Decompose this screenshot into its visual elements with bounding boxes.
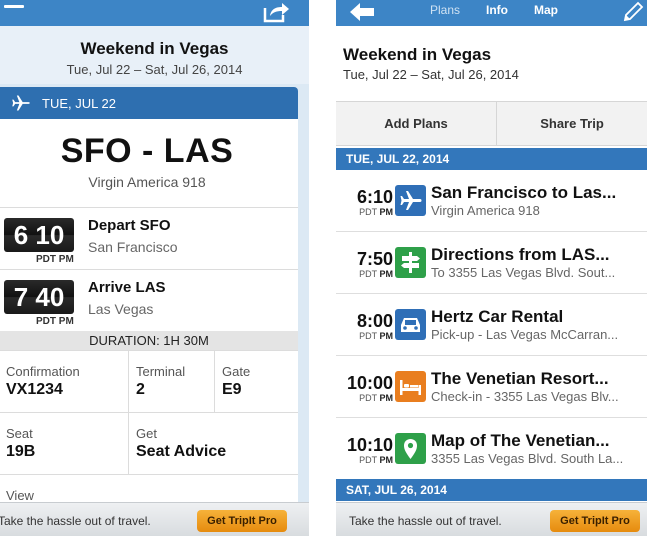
item-title: Hertz Car Rental	[431, 307, 564, 326]
left-screen: Weekend in Vegas Tue, Jul 22 – Sat, Jul …	[0, 0, 309, 536]
item-timezone: PDT PM	[359, 269, 393, 279]
gate-label: Gate	[222, 364, 251, 379]
item-timezone: PDT PM	[359, 207, 393, 217]
day-header: TUE, JUL 22	[0, 87, 298, 119]
seat-advice-link[interactable]: Get Seat Advice	[136, 413, 226, 475]
depart-timezone: PDT PM	[36, 254, 74, 265]
map-pin-icon	[395, 433, 426, 464]
seat-value: 19B	[6, 443, 36, 460]
item-time: 10:00	[346, 373, 393, 393]
menu-icon[interactable]	[0, 2, 28, 24]
gate-cell: Gate E9	[222, 351, 250, 413]
depart-city: San Francisco	[88, 239, 178, 255]
list-item[interactable]: 7:50 PDT PM Directions from LAS... To 33…	[336, 232, 647, 294]
back-arrow-icon[interactable]	[348, 1, 376, 23]
right-screen: Plans Info Map Weekend in Vegas Tue, Jul…	[336, 0, 647, 536]
day-header-jul26: SAT, JUL 26, 2014	[336, 479, 647, 501]
flight-number: Virgin America 918	[88, 174, 206, 190]
get-tripit-pro-button[interactable]: Get TripIt Pro	[197, 510, 287, 532]
seat-cell: Seat 19B	[6, 413, 35, 475]
promo-banner: Take the hassle out of travel. Get TripI…	[0, 502, 309, 536]
item-subtitle: Virgin America 918	[431, 203, 540, 218]
item-timezone: PDT PM	[359, 455, 393, 465]
item-subtitle: 3355 Las Vegas Blvd. South La...	[431, 451, 624, 466]
list-item[interactable]: 8:00 PDT PM Hertz Car Rental Pick-up - L…	[336, 294, 647, 356]
car-icon	[395, 309, 426, 340]
trip-header: Weekend in Vegas Tue, Jul 22 – Sat, Jul …	[336, 26, 647, 102]
item-title: Map of The Venetian...	[431, 431, 610, 450]
trip-header: Weekend in Vegas Tue, Jul 22 – Sat, Jul …	[0, 26, 309, 84]
item-time: 8:00	[356, 311, 393, 331]
list-item[interactable]: 10:00 PDT PM The Venetian Resort... Chec…	[336, 356, 647, 418]
item-timezone: PDT PM	[359, 331, 393, 341]
tab-plans[interactable]: Plans	[430, 3, 460, 17]
trip-title: Weekend in Vegas	[343, 45, 492, 64]
trip-title: Weekend in Vegas	[80, 39, 229, 58]
get-label: Get	[136, 426, 157, 441]
airplane-icon	[12, 95, 30, 111]
booking-row: Confirmation VX1234 Terminal 2 Gate E9	[0, 350, 298, 413]
tab-info[interactable]: Info	[486, 3, 508, 17]
list-item[interactable]: 6:10 PDT PM San Francisco to Las... Virg…	[336, 170, 647, 232]
top-bar: Plans Info Map	[336, 0, 647, 26]
seat-label: Seat	[6, 426, 33, 441]
tab-map[interactable]: Map	[534, 3, 558, 17]
signpost-icon	[395, 247, 426, 278]
item-time: 6:10	[356, 187, 393, 207]
day-header-jul22: TUE, JUL 22, 2014	[336, 148, 647, 170]
screen-divider	[309, 0, 336, 536]
confirmation-label: Confirmation	[6, 364, 80, 379]
flight-duration: DURATION: 1H 30M	[0, 331, 298, 350]
arrive-segment[interactable]: 7 40 PDT PM Arrive LAS Las Vegas	[0, 269, 298, 331]
promo-text: Take the hassle out of travel.	[0, 514, 151, 528]
terminal-cell: Terminal 2	[136, 351, 185, 413]
item-subtitle: Check-in - 3355 Las Vegas Blv...	[431, 389, 619, 404]
seat-advice-value: Seat Advice	[136, 443, 227, 460]
bed-icon	[395, 371, 426, 402]
gate-value: E9	[222, 381, 242, 398]
seat-row: Seat 19B Get Seat Advice	[0, 412, 298, 475]
depart-title: Depart SFO	[88, 217, 171, 234]
arrive-title: Arrive LAS	[88, 279, 166, 296]
get-tripit-pro-button[interactable]: Get TripIt Pro	[550, 510, 640, 532]
trip-dates: Tue, Jul 22 – Sat, Jul 26, 2014	[66, 62, 243, 77]
top-bar	[0, 0, 309, 26]
item-title: Directions from LAS...	[431, 245, 610, 264]
confirmation-value: VX1234	[6, 381, 63, 398]
item-title: The Venetian Resort...	[431, 369, 609, 388]
view-label: View	[6, 488, 34, 503]
depart-segment[interactable]: 6 10 PDT PM Depart SFO San Francisco	[0, 207, 298, 269]
terminal-label: Terminal	[136, 364, 186, 379]
arrive-timezone: PDT PM	[36, 316, 74, 327]
share-trip-button[interactable]: Share Trip	[497, 102, 647, 146]
pencil-icon[interactable]	[621, 0, 645, 24]
item-time: 7:50	[356, 249, 393, 269]
flight-route: SFO - LAS	[60, 132, 234, 170]
item-time: 10:10	[346, 435, 393, 455]
trip-actions: Add Plans Share Trip	[336, 102, 647, 146]
confirmation-cell: Confirmation VX1234	[6, 351, 80, 413]
depart-time: 6 10	[4, 218, 74, 252]
terminal-value: 2	[136, 381, 145, 398]
arrive-city: Las Vegas	[88, 301, 154, 317]
list-item[interactable]: 10:10 PDT PM Map of The Venetian... 3355…	[336, 418, 647, 480]
trip-dates: Tue, Jul 22 – Sat, Jul 26, 2014	[343, 67, 519, 82]
airplane-icon	[395, 185, 426, 216]
arrive-time: 7 40	[4, 280, 74, 314]
item-title: San Francisco to Las...	[431, 183, 617, 202]
flight-card: TUE, JUL 22 SFO - LAS Virgin America 918…	[0, 87, 298, 507]
day-label: TUE, JUL 22	[42, 95, 116, 111]
promo-banner: Take the hassle out of travel. Get TripI…	[336, 502, 647, 536]
item-timezone: PDT PM	[359, 393, 393, 403]
item-subtitle: To 3355 Las Vegas Blvd. Sout...	[431, 265, 616, 280]
share-icon[interactable]	[261, 0, 291, 24]
add-plans-button[interactable]: Add Plans	[336, 102, 496, 146]
item-subtitle: Pick-up - Las Vegas McCarran...	[431, 327, 619, 342]
promo-text: Take the hassle out of travel.	[349, 514, 502, 528]
